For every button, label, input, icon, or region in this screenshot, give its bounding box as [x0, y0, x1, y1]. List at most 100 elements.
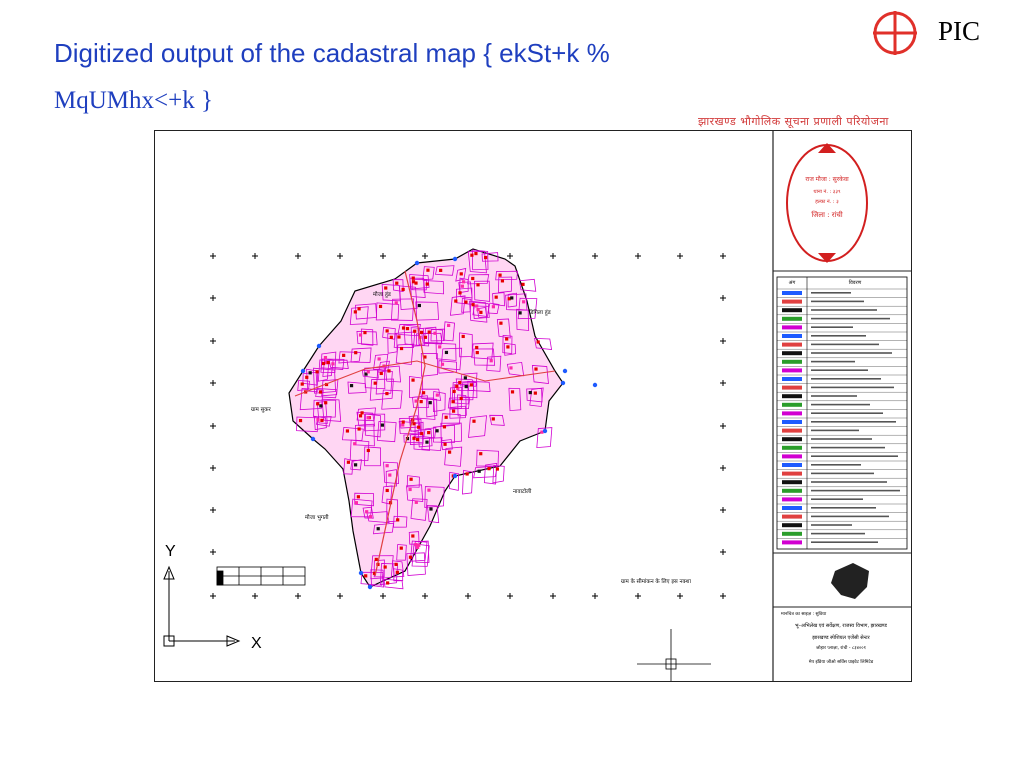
plot-marker	[346, 460, 351, 464]
scale-note: ग्राम के सीमांकन के लिए इस नक्शा	[621, 578, 691, 585]
plot-marker	[474, 251, 478, 256]
grid-cross	[720, 549, 726, 555]
plot-marker	[421, 391, 426, 395]
legend-text-line	[811, 360, 855, 363]
grid-cross	[720, 593, 726, 599]
grid-cross	[635, 253, 641, 259]
plot-marker	[308, 371, 312, 375]
plot-marker	[417, 543, 421, 547]
grid-cross	[210, 253, 216, 259]
plot-marker	[380, 423, 385, 427]
plot-marker	[536, 340, 540, 344]
plot-marker	[354, 351, 358, 355]
plot-marker	[522, 300, 526, 304]
water-marker	[414, 260, 420, 266]
plot-marker	[385, 488, 389, 493]
grid-cross	[210, 507, 216, 513]
plot-marker	[419, 400, 423, 404]
stamp-line: जिला : रांची	[811, 210, 842, 219]
plot-marker	[411, 534, 415, 538]
plot-marker	[460, 284, 464, 288]
plot-marker	[374, 557, 378, 561]
plot-marker	[447, 323, 451, 328]
grid-cross	[677, 253, 683, 259]
plot-marker	[358, 414, 363, 418]
water-marker	[358, 570, 364, 576]
water-marker	[310, 436, 316, 442]
legend-heading: विवरण	[849, 279, 862, 286]
plot-marker	[342, 353, 346, 357]
grid-cross	[720, 338, 726, 344]
plot-marker	[419, 330, 424, 334]
legend-text-line	[811, 335, 866, 337]
plot-marker	[364, 574, 368, 578]
plot-marker	[479, 452, 483, 456]
plot-marker	[428, 401, 432, 405]
plot-marker	[521, 282, 525, 286]
legend-symbol	[782, 480, 802, 485]
slide-title-line-1: Digitized output of the cadastral map { …	[54, 38, 610, 68]
plot-marker	[300, 382, 304, 386]
plot-marker	[438, 345, 442, 349]
brand-name: PIC	[938, 16, 981, 46]
grid-cross	[592, 593, 598, 599]
plot-marker	[412, 436, 416, 440]
plot-marker	[447, 450, 452, 454]
grid-cross	[635, 593, 641, 599]
plot-marker	[475, 345, 479, 350]
legend-text-line	[811, 412, 883, 414]
plot-marker	[357, 427, 361, 431]
map-info-line: मानचित्र का साइज़ : सुविधा	[781, 610, 827, 617]
water-marker	[316, 343, 322, 349]
grid-cross	[550, 593, 556, 599]
legend-text-line	[811, 421, 896, 423]
plot-marker	[385, 391, 389, 396]
legend-symbol	[782, 351, 802, 356]
village-stamp: राज मौजा : सुरकेवा थाना नं. : ३३९ हल्का …	[786, 143, 868, 263]
plot-marker	[423, 335, 428, 339]
plot-marker	[387, 369, 391, 373]
plot-marker	[471, 276, 475, 281]
plot-marker	[401, 287, 405, 292]
plot-marker	[394, 562, 398, 566]
legend-symbol	[782, 463, 802, 467]
legend-symbol	[782, 385, 802, 390]
plot-marker	[414, 543, 418, 547]
grid-cross	[720, 465, 726, 471]
legend-text-line	[811, 524, 852, 526]
plot-marker	[326, 360, 330, 365]
plot-marker	[376, 527, 380, 531]
legend-text-line	[811, 429, 859, 432]
plot-marker	[368, 515, 373, 519]
grid-cross	[252, 593, 258, 599]
x-axis-letter: X	[251, 635, 262, 652]
plot-marker	[373, 381, 377, 385]
plot-marker	[479, 310, 483, 314]
plot-marker	[495, 467, 499, 471]
plot-marker	[533, 391, 537, 395]
plot-marker	[412, 422, 416, 426]
y-axis-letter: Y	[165, 543, 176, 560]
plot-marker	[472, 419, 476, 423]
grid-cross	[380, 593, 386, 599]
plot-marker	[399, 546, 403, 550]
slide-title: Digitized output of the cadastral map { …	[54, 40, 814, 113]
plot-marker	[461, 334, 465, 339]
legend-text-line	[811, 309, 877, 311]
plot-marker	[426, 268, 430, 272]
legend-text-line	[811, 395, 857, 397]
legend-symbol	[782, 308, 802, 313]
grid-cross	[210, 549, 216, 555]
plot-marker	[475, 304, 479, 308]
legend-symbol	[782, 420, 802, 424]
grid-cross	[380, 253, 386, 259]
plot-marker	[500, 279, 505, 283]
grid-cross	[295, 593, 301, 599]
legend-text-line	[811, 532, 865, 535]
plot-marker	[464, 384, 468, 389]
map-header: झारखण्ड भौगोलिक सूचना प्रणाली परियोजना	[698, 115, 889, 128]
water-marker	[367, 584, 373, 590]
plot-marker	[377, 357, 381, 361]
legend-text-line	[811, 378, 881, 380]
map-info-line: झारखण्ड स्पेशियल एजेंसी सेन्टर	[812, 634, 870, 641]
